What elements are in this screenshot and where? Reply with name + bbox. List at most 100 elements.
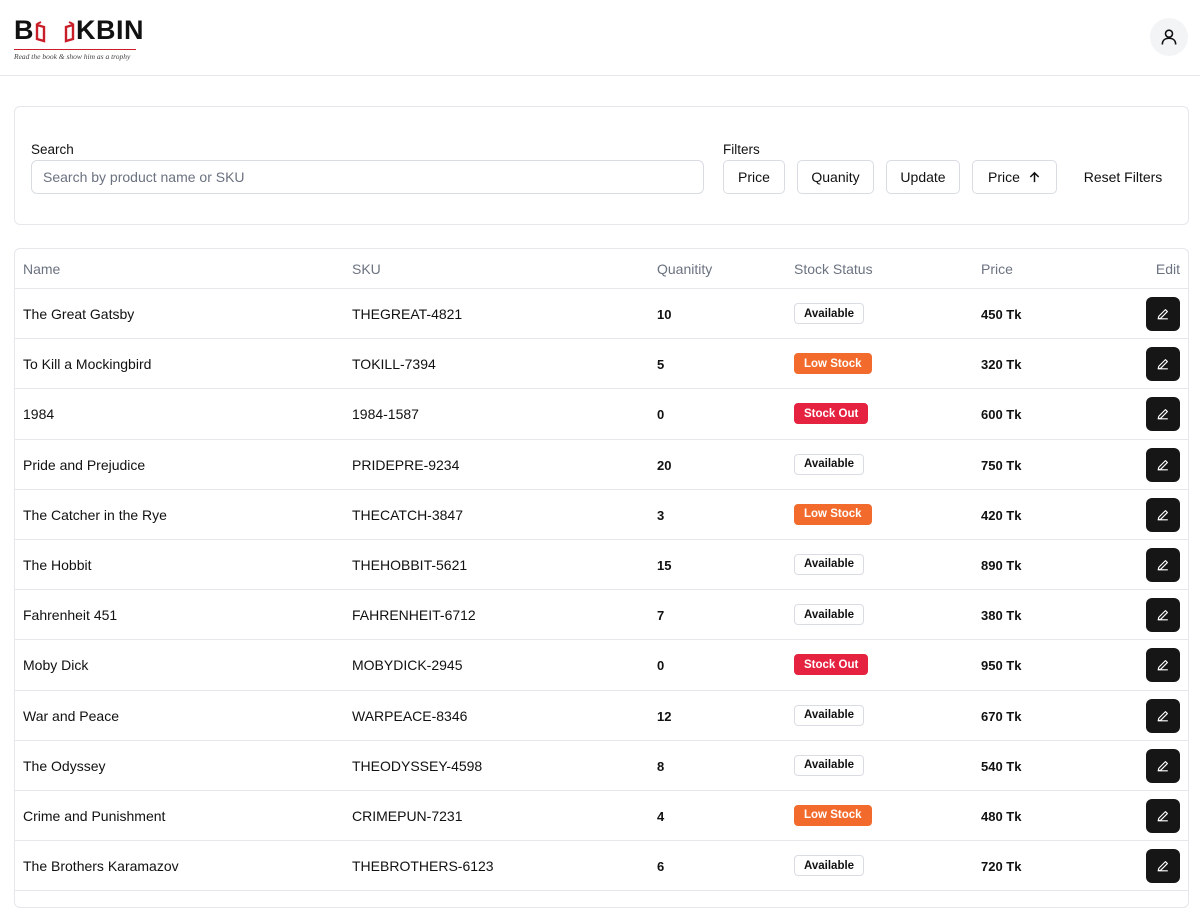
- product-name: The Hobbit: [23, 556, 92, 573]
- product-quantity: 3: [657, 507, 665, 523]
- pencil-icon: [1157, 760, 1168, 772]
- product-quantity: 5: [657, 357, 665, 373]
- product-quantity: 20: [657, 457, 672, 473]
- stock-status-badge: Low Stock: [794, 503, 872, 525]
- pencil-icon: [1157, 660, 1168, 671]
- product-sku: THECATCH-3847: [352, 506, 463, 523]
- column-stock-status: Stock Status: [794, 261, 873, 277]
- profile-button[interactable]: [1150, 18, 1188, 56]
- product-name: The Odyssey: [23, 757, 106, 774]
- product-quantity: 0: [657, 407, 665, 423]
- logo-wordmark: B KBIN: [14, 14, 144, 46]
- search-input[interactable]: [31, 160, 704, 194]
- filter-panel: Search Filters Price Quanity Update Pric…: [14, 106, 1189, 225]
- product-price: 950 Tk: [981, 658, 1022, 674]
- edit-button[interactable]: [1146, 648, 1180, 683]
- product-sku: PRIDEPRE-9234: [352, 456, 460, 473]
- edit-button[interactable]: [1146, 798, 1180, 833]
- book-icon: [35, 19, 54, 43]
- product-sku: 1984-1587: [352, 406, 419, 423]
- edit-button[interactable]: [1146, 748, 1180, 783]
- product-price: 320 Tk: [981, 357, 1022, 373]
- logo-underline: [14, 49, 136, 50]
- table-row: Crime and Punishment CRIMEPUN-7231 4 Low St…: [15, 791, 1188, 842]
- pencil-icon: [1157, 459, 1168, 470]
- edit-button[interactable]: [1146, 698, 1180, 733]
- table-row: War and Peace WARPEACE-8346 12 Available 670…: [15, 691, 1188, 741]
- product-quantity: 8: [657, 758, 665, 774]
- sort-price-label: Price: [988, 169, 1020, 185]
- search-label: Search: [31, 142, 74, 157]
- sort-price-button[interactable]: Price: [972, 160, 1057, 194]
- table-row: Fahrenheit 451 FAHRENHEIT-6712 7 Available 3…: [15, 590, 1188, 641]
- pencil-icon: [1157, 559, 1168, 571]
- edit-button[interactable]: [1146, 849, 1180, 884]
- stock-status-badge: Available: [794, 754, 865, 776]
- table-row: Moby Dick MOBYDICK-2945 0 Stock Out 950 Tk: [15, 640, 1188, 691]
- product-price: 450 Tk: [981, 307, 1022, 322]
- arrow-up-icon: [1029, 171, 1040, 182]
- table-row: The Catcher in the Rye THECATCH-3847 3 Low …: [15, 490, 1188, 540]
- stock-status-badge: Available: [794, 453, 865, 475]
- edit-button[interactable]: [1146, 547, 1180, 582]
- column-price: Price: [981, 261, 1013, 277]
- edit-button[interactable]: [1146, 297, 1180, 331]
- product-name: Fahrenheit 451: [23, 607, 118, 624]
- brand-logo[interactable]: B KBIN Read the book & show him as a tro…: [14, 14, 144, 61]
- edit-button[interactable]: [1146, 497, 1180, 532]
- filter-update-button[interactable]: Update: [886, 160, 960, 194]
- products-table: Name SKU Quanitity Stock Status Price Ed…: [14, 248, 1189, 908]
- product-price: 670 Tk: [981, 708, 1022, 724]
- product-price: 720 Tk: [981, 859, 1022, 875]
- pencil-icon: [1157, 359, 1168, 370]
- filter-quantity-button[interactable]: Quanity: [797, 160, 874, 194]
- product-price: 420 Tk: [981, 507, 1022, 523]
- logo-letter-b: B: [14, 14, 34, 45]
- product-sku: MOBYDICK-2945: [352, 657, 463, 674]
- column-sku: SKU: [352, 261, 381, 277]
- table-row: The Odyssey THEODYSSEY-4598 8 Available 540 …: [15, 741, 1188, 791]
- table-row: 1984 1984-1587 0 Stock Out 600 Tk: [15, 389, 1188, 440]
- product-quantity: 7: [657, 608, 665, 624]
- product-quantity: 15: [657, 557, 672, 573]
- pencil-icon: [1157, 710, 1168, 721]
- logo-letters: KBIN: [76, 14, 144, 45]
- product-price: 480 Tk: [981, 808, 1022, 824]
- table-header: Name SKU Quanitity Stock Status Price Ed…: [15, 249, 1188, 289]
- product-name: To Kill a Mockingbird: [23, 356, 152, 373]
- edit-button[interactable]: [1146, 347, 1180, 382]
- table-row: Pride and Prejudice PRIDEPRE-9234 20 Availa…: [15, 440, 1188, 490]
- pencil-icon: [1157, 810, 1168, 822]
- pencil-icon: [1157, 610, 1168, 621]
- product-name: Moby Dick: [23, 657, 89, 674]
- product-quantity: 6: [657, 859, 665, 875]
- table-row: The Brothers Karamazov THEBROTHERS-6123 6 A…: [15, 841, 1188, 892]
- product-name: The Great Gatsby: [23, 306, 135, 322]
- edit-button[interactable]: [1146, 598, 1180, 633]
- product-sku: THEODYSSEY-4598: [352, 757, 483, 774]
- edit-button[interactable]: [1146, 397, 1180, 432]
- product-sku: THEHOBBIT-5621: [352, 556, 468, 573]
- product-sku: FAHRENHEIT-6712: [352, 607, 476, 624]
- product-sku: THEGREAT-4821: [352, 306, 463, 322]
- product-name: War and Peace: [23, 707, 119, 724]
- product-quantity: 4: [657, 808, 665, 824]
- stock-status-badge: Available: [794, 855, 865, 877]
- user-icon: [1161, 29, 1177, 45]
- product-name: The Catcher in the Rye: [23, 506, 167, 523]
- pencil-icon: [1157, 409, 1168, 420]
- product-quantity: 10: [657, 307, 672, 322]
- reset-filters-button[interactable]: Reset Filters: [1073, 160, 1173, 194]
- product-quantity: 12: [657, 708, 672, 724]
- stock-status-badge: Stock Out: [794, 654, 869, 676]
- product-sku: TOKILL-7394: [352, 356, 436, 373]
- product-price: 380 Tk: [981, 608, 1022, 624]
- filters-label: Filters: [723, 142, 760, 157]
- edit-button[interactable]: [1146, 447, 1180, 482]
- product-price: 890 Tk: [981, 557, 1022, 573]
- filter-price-button[interactable]: Price: [723, 160, 785, 194]
- stock-status-badge: Low Stock: [794, 804, 872, 826]
- product-quantity: 0: [657, 658, 665, 674]
- table-body: The Great Gatsby THEGREAT-4821 10 Available…: [15, 289, 1188, 892]
- table-row: The Great Gatsby THEGREAT-4821 10 Available…: [15, 289, 1188, 340]
